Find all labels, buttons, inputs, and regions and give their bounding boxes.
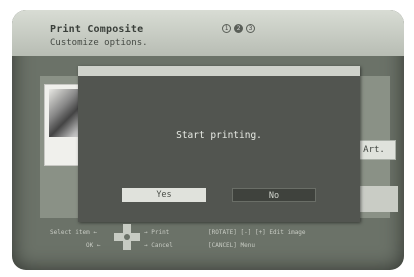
cancel-menu-hint: [CANCEL] Menu [208,242,255,249]
ok-label: OK [86,242,94,249]
confirm-dialog: Start printing. Yes No [78,66,360,222]
no-button[interactable]: No [232,188,316,202]
help-footer: Select item ← OK ← → Print → Cancel [ROT… [12,220,404,270]
print-hint: → Print [144,229,170,236]
rotate-hint: [ROTATE] [-] [+] Edit image [208,229,306,236]
step-2-icon: 2 [234,24,243,33]
dpad-icon [114,224,140,250]
select-item-label: Select item [50,229,90,236]
cancel-label: Cancel [151,242,173,249]
ok-hint: OK ← [86,242,101,249]
yes-button[interactable]: Yes [122,188,206,202]
header-bar: Print Composite Customize options. 1 2 3 [12,10,404,56]
step-3-icon: 3 [246,24,255,33]
dialog-message: Start printing. [176,130,262,141]
step-1-icon: 1 [222,24,231,33]
print-label: Print [151,229,170,236]
select-item-hint: Select item ← [50,229,97,236]
cancel-hint: → Cancel [144,242,173,249]
page-subtitle: Customize options. [50,38,148,48]
step-indicator: 1 2 3 [222,24,255,33]
tv-screen: Print Composite Customize options. 1 2 3… [12,10,404,270]
page-title: Print Composite [50,24,144,35]
